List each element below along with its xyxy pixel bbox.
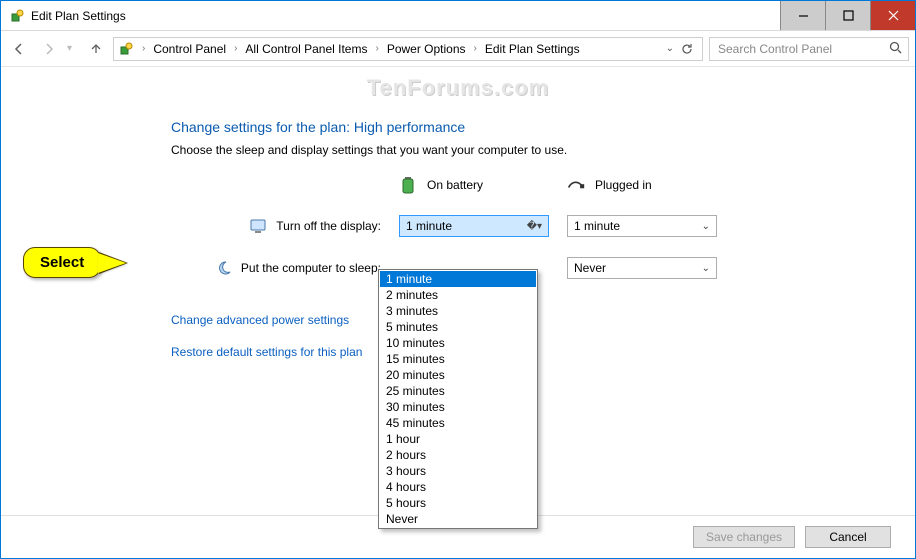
battery-icon — [399, 175, 417, 195]
annotation-bubble: Select — [23, 247, 101, 278]
breadcrumb[interactable]: › Control Panel › All Control Panel Item… — [113, 37, 703, 61]
dropdown-option[interactable]: 45 minutes — [380, 415, 536, 431]
row-label-text: Put the computer to sleep: — [241, 261, 381, 275]
breadcrumb-dropdown-icon[interactable]: ⌄ — [666, 43, 674, 54]
watermark: TenForums.com — [367, 75, 550, 101]
dropdown-option[interactable]: 10 minutes — [380, 335, 536, 351]
breadcrumb-item[interactable]: Power Options — [383, 40, 470, 58]
titlebar: Edit Plan Settings — [1, 1, 915, 31]
combo-display-plugged[interactable]: 1 minute ⌄ — [567, 215, 717, 237]
chevron-right-icon: › — [140, 43, 147, 54]
content-area: TenForums.com Change settings for the pl… — [1, 67, 915, 515]
nav-back-button[interactable] — [7, 37, 31, 61]
search-input[interactable] — [716, 41, 889, 57]
column-header-label: On battery — [427, 178, 483, 192]
row-label-text: Turn off the display: — [276, 219, 381, 233]
dropdown-option[interactable]: 30 minutes — [380, 399, 536, 415]
nav-history-dropdown[interactable]: ▾ — [67, 43, 79, 54]
window-frame: Edit Plan Settings ▾ — [0, 0, 916, 559]
dropdown-option[interactable]: 2 minutes — [380, 287, 536, 303]
column-header-label: Plugged in — [595, 178, 652, 192]
chevron-down-icon: �▾ — [527, 221, 542, 232]
combo-sleep-plugged[interactable]: Never ⌄ — [567, 257, 717, 279]
sleep-icon — [215, 260, 233, 276]
search-box[interactable] — [709, 37, 909, 61]
combo-value: 1 minute — [406, 219, 527, 233]
dropdown-option[interactable]: 1 minute — [380, 271, 536, 287]
plug-icon — [567, 178, 585, 192]
search-icon[interactable] — [889, 41, 902, 57]
dropdown-list[interactable]: 1 minute2 minutes3 minutes5 minutes10 mi… — [378, 269, 538, 529]
breadcrumb-item[interactable]: All Control Panel Items — [241, 40, 371, 58]
column-header-plugged: Plugged in — [567, 178, 717, 192]
dropdown-option[interactable]: Never — [380, 511, 536, 527]
power-options-icon — [118, 41, 134, 57]
dropdown-option[interactable]: 1 hour — [380, 431, 536, 447]
dropdown-option[interactable]: 4 hours — [380, 479, 536, 495]
page-title: Change settings for the plan: High perfo… — [171, 119, 891, 135]
breadcrumb-item[interactable]: Control Panel — [149, 40, 230, 58]
column-header-battery: On battery — [399, 175, 549, 195]
dropdown-option[interactable]: 3 minutes — [380, 303, 536, 319]
page-description: Choose the sleep and display settings th… — [171, 143, 891, 157]
chevron-right-icon: › — [232, 43, 239, 54]
combo-value: 1 minute — [574, 219, 702, 233]
app-icon — [9, 8, 25, 24]
combo-value: Never — [574, 261, 702, 275]
display-icon — [250, 218, 268, 234]
nav-up-button[interactable] — [85, 38, 107, 60]
chevron-right-icon: › — [373, 43, 380, 54]
nav-forward-button[interactable] — [37, 37, 61, 61]
chevron-right-icon: › — [472, 43, 479, 54]
minimize-button[interactable] — [780, 1, 825, 30]
dropdown-option[interactable]: 25 minutes — [380, 383, 536, 399]
dropdown-option[interactable]: 5 minutes — [380, 319, 536, 335]
row-turn-off-display: Turn off the display: — [171, 218, 381, 234]
close-button[interactable] — [870, 1, 915, 30]
cancel-button[interactable]: Cancel — [805, 526, 891, 548]
combo-display-battery[interactable]: 1 minute �▾ — [399, 215, 549, 237]
row-sleep: Put the computer to sleep: — [171, 260, 381, 276]
window-title: Edit Plan Settings — [31, 9, 126, 23]
breadcrumb-item[interactable]: Edit Plan Settings — [481, 40, 584, 58]
nav-bar: ▾ › Control Panel › All Control Panel It… — [1, 31, 915, 67]
save-changes-button[interactable]: Save changes — [693, 526, 795, 548]
maximize-button[interactable] — [825, 1, 870, 30]
dropdown-option[interactable]: 2 hours — [380, 447, 536, 463]
refresh-icon[interactable] — [680, 42, 694, 56]
dropdown-option[interactable]: 15 minutes — [380, 351, 536, 367]
chevron-down-icon: ⌄ — [702, 263, 710, 274]
dropdown-option[interactable]: 5 hours — [380, 495, 536, 511]
annotation-callout: Select — [23, 247, 101, 278]
settings-grid: On battery Plugged in Turn off the displ… — [171, 175, 891, 279]
dropdown-option[interactable]: 3 hours — [380, 463, 536, 479]
chevron-down-icon: ⌄ — [702, 221, 710, 232]
dropdown-option[interactable]: 20 minutes — [380, 367, 536, 383]
